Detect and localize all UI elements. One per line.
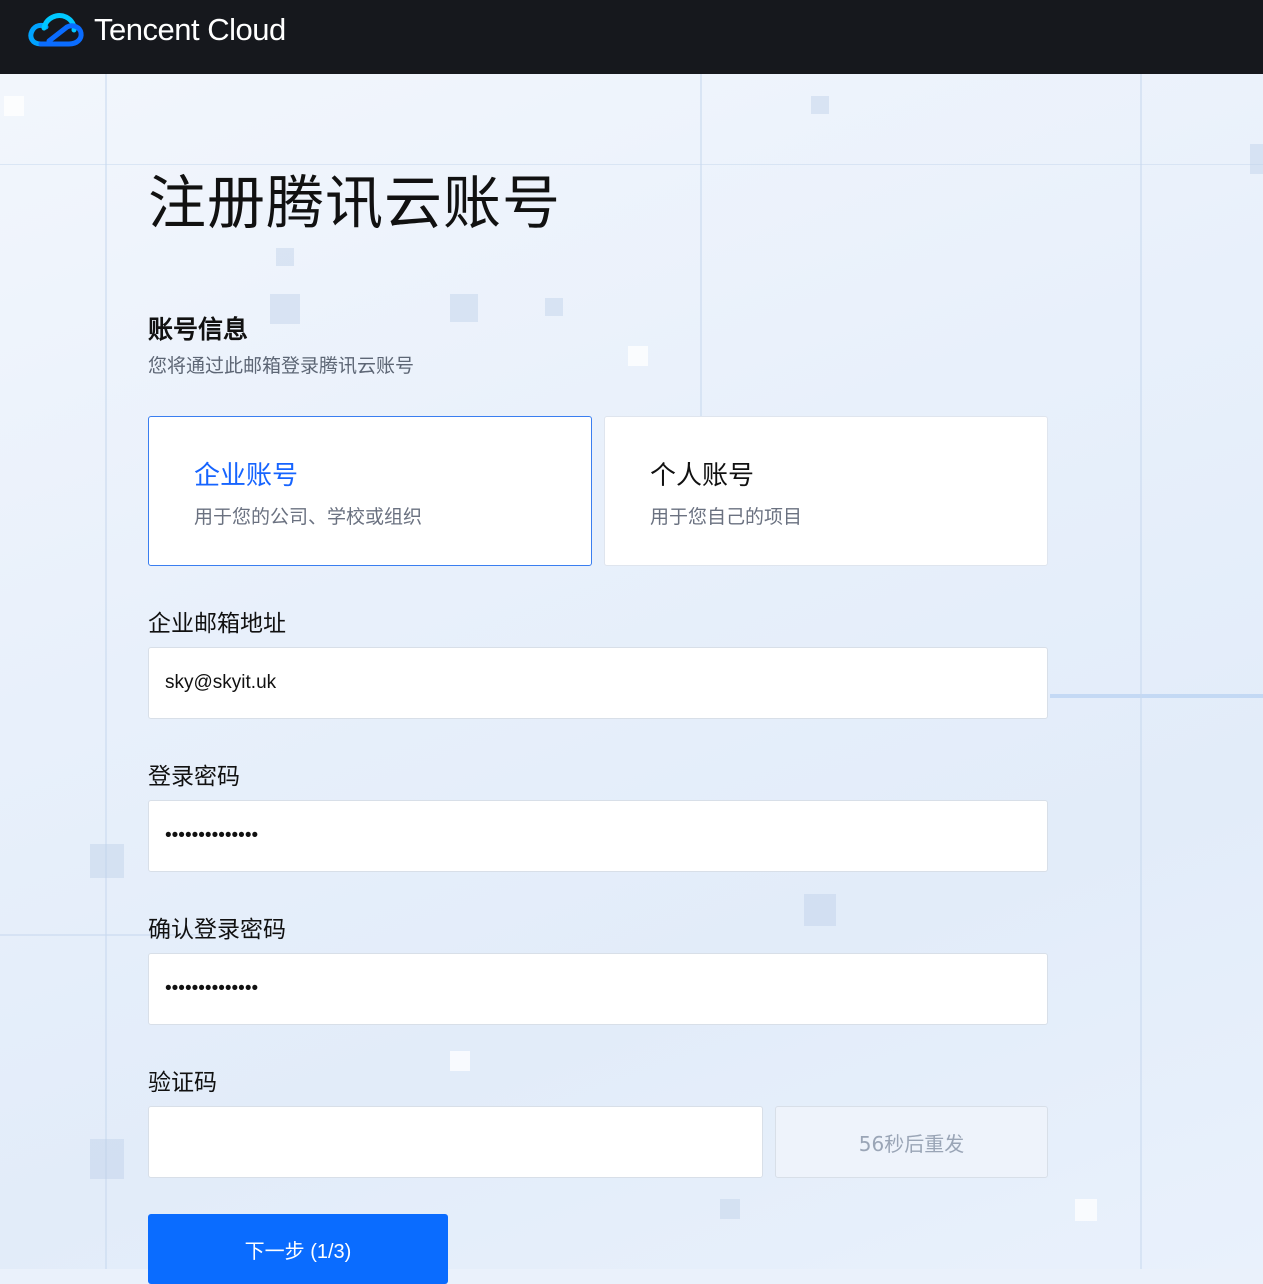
resend-code-button[interactable]: 56秒后重发 (775, 1106, 1048, 1178)
tencent-cloud-logo[interactable]: Tencent Cloud (27, 8, 286, 52)
confirm-password-field[interactable] (148, 953, 1048, 1025)
next-step-button[interactable]: 下一步 (1/3) (148, 1214, 448, 1284)
verification-code-label: 验证码 (148, 1070, 217, 1096)
password-label: 登录密码 (148, 764, 240, 790)
email-label: 企业邮箱地址 (148, 611, 286, 637)
email-field[interactable] (148, 647, 1048, 719)
cloud-logo-icon (28, 13, 84, 47)
section-title: 账号信息 (148, 315, 249, 344)
account-type-subtitle: 用于您的公司、学校或组织 (194, 506, 423, 528)
confirm-password-label: 确认登录密码 (148, 917, 286, 943)
account-type-enterprise[interactable]: 企业账号 用于您的公司、学校或组织 (148, 416, 592, 566)
account-type-personal[interactable]: 个人账号 用于您自己的项目 (604, 416, 1048, 566)
page-title: 注册腾讯云账号 (148, 169, 562, 237)
account-type-title: 个人账号 (650, 461, 755, 491)
section-subtitle: 您将通过此邮箱登录腾讯云账号 (148, 355, 415, 377)
account-type-title: 企业账号 (194, 461, 299, 491)
account-type-subtitle: 用于您自己的项目 (650, 506, 803, 528)
verification-code-field[interactable] (148, 1106, 763, 1178)
password-field[interactable] (148, 800, 1048, 872)
top-bar: Tencent Cloud (0, 0, 1263, 74)
brand-name: Tencent Cloud (94, 12, 286, 47)
